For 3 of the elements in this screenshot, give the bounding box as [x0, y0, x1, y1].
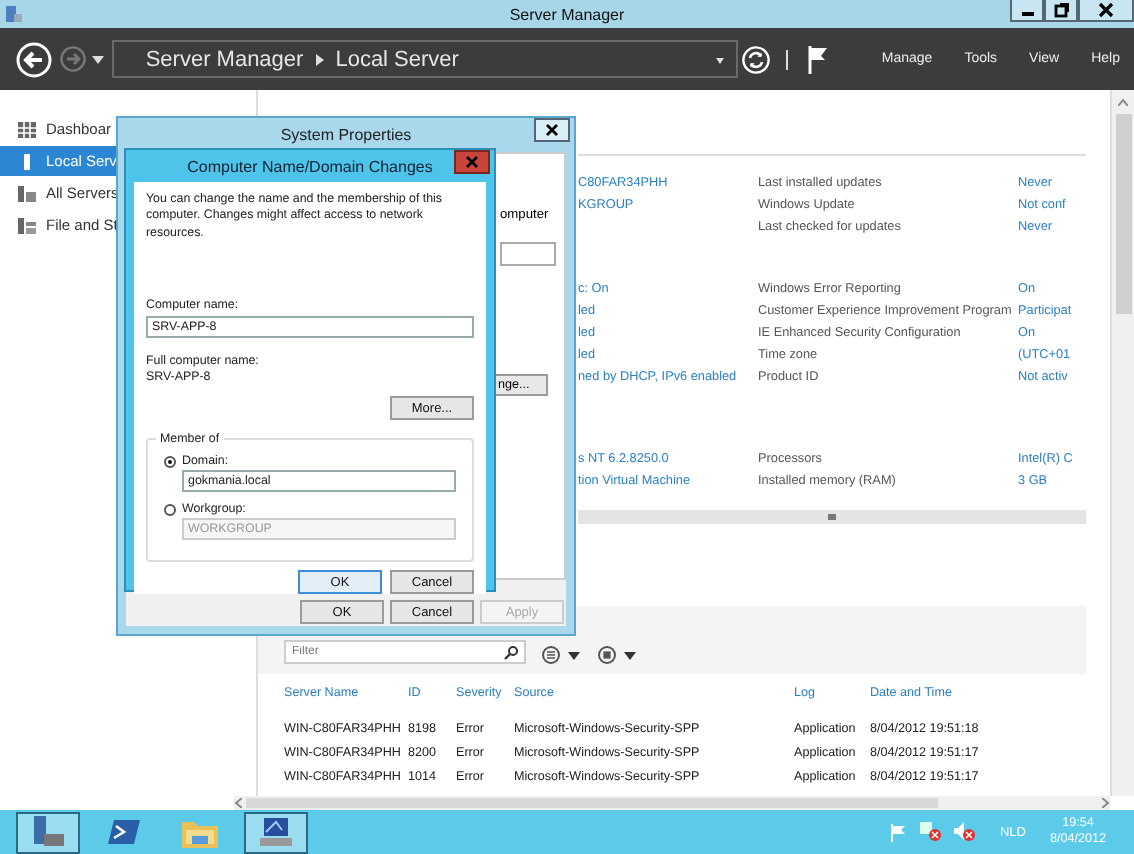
dialog-title: System Properties	[280, 126, 412, 144]
dialog-title: Computer Name/Domain Changes	[187, 157, 433, 175]
window-title: Server Manager	[507, 5, 627, 23]
